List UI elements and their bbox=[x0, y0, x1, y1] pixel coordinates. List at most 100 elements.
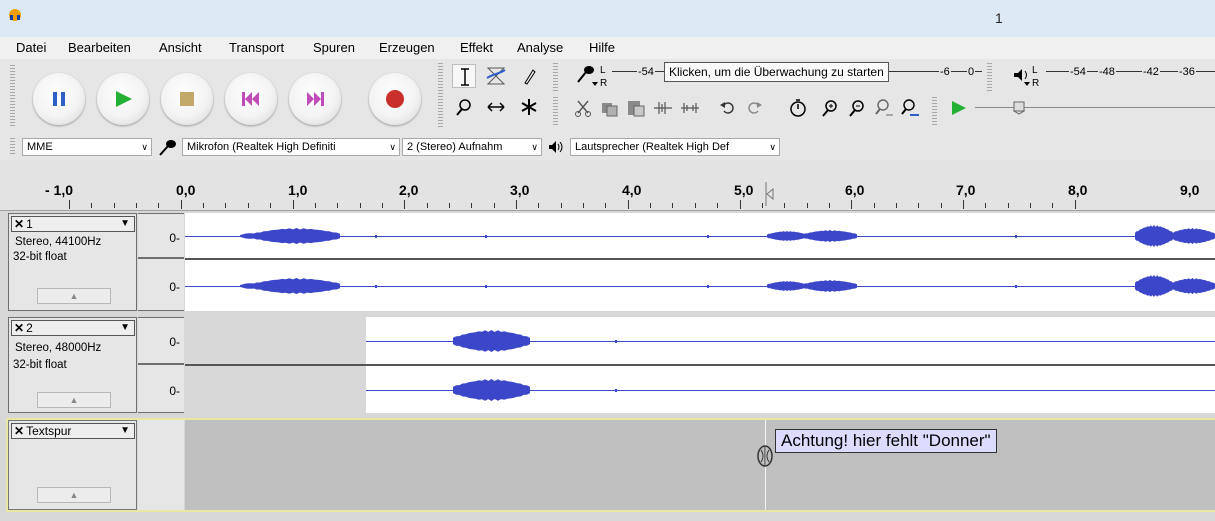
zoom-tool-button[interactable] bbox=[452, 95, 476, 119]
play-button[interactable] bbox=[97, 73, 149, 125]
record-meter-button[interactable]: LR bbox=[574, 62, 612, 90]
menu-ansicht[interactable]: Ansicht bbox=[159, 40, 202, 55]
record-meter-scale-0: 0 bbox=[967, 66, 976, 78]
play-at-speed-button[interactable] bbox=[946, 96, 970, 120]
ruler-tick bbox=[181, 200, 182, 209]
waveform-spike bbox=[615, 389, 617, 392]
multi-tool-button[interactable] bbox=[517, 95, 541, 119]
menu-spuren[interactable]: Spuren bbox=[313, 40, 355, 55]
track-1-name-menu[interactable]: ✕ 1 ▼ bbox=[11, 216, 135, 232]
zoom-out-button[interactable] bbox=[845, 96, 869, 120]
toolbar-grip[interactable] bbox=[987, 63, 992, 91]
asterisk-icon bbox=[521, 99, 537, 115]
copy-button[interactable] bbox=[598, 96, 622, 120]
menu-effekt[interactable]: Effekt bbox=[460, 40, 493, 55]
ruler-tick bbox=[740, 200, 741, 209]
toolbar-grip[interactable] bbox=[438, 63, 443, 129]
close-icon[interactable]: ✕ bbox=[12, 321, 26, 335]
fit-project-button[interactable] bbox=[898, 96, 922, 120]
menu-hilfe[interactable]: Hilfe bbox=[589, 40, 615, 55]
waveform-spike bbox=[485, 235, 487, 238]
cut-button[interactable] bbox=[572, 96, 596, 120]
recording-channels-value: 2 (Stereo) Aufnahm bbox=[407, 141, 503, 153]
label-track-collapse-button[interactable]: ▲ bbox=[37, 487, 111, 503]
waveform-burst bbox=[253, 228, 340, 244]
menu-erzeugen[interactable]: Erzeugen bbox=[379, 40, 435, 55]
envelope-icon bbox=[486, 67, 506, 85]
menu-bearbeiten[interactable]: Bearbeiten bbox=[68, 40, 131, 55]
stop-button[interactable] bbox=[161, 73, 213, 125]
redo-button[interactable] bbox=[742, 96, 766, 120]
track-2-rate: Stereo, 48000Hz bbox=[15, 342, 102, 354]
play-speed-slider-thumb[interactable] bbox=[1013, 101, 1025, 115]
timeline-ruler[interactable]: - 1,0 0,0 1,0 2,0 3,0 4,0 5,0 6,0 7,0 8,… bbox=[0, 160, 1215, 211]
draw-tool-button[interactable] bbox=[517, 64, 541, 88]
undo-button[interactable] bbox=[716, 96, 740, 120]
trim-audio-icon bbox=[654, 102, 672, 114]
recording-device-value: Mikrofon (Realtek High Definiti bbox=[187, 141, 336, 153]
ruler-tick bbox=[650, 203, 651, 208]
timeshift-tool-button[interactable] bbox=[484, 95, 508, 119]
toolbar-grip[interactable] bbox=[553, 63, 558, 91]
envelope-tool-button[interactable] bbox=[484, 64, 508, 88]
track-2-collapse-button[interactable]: ▲ bbox=[37, 392, 111, 408]
ruler-label: 2,0 bbox=[399, 182, 419, 198]
paste-button[interactable] bbox=[624, 96, 648, 120]
audacity-logo-icon bbox=[9, 9, 21, 21]
playback-device-select[interactable]: Lautsprecher (Realtek High Def ∨ bbox=[570, 138, 780, 156]
menu-analyse[interactable]: Analyse bbox=[517, 40, 563, 55]
ruler-label: 4,0 bbox=[622, 182, 642, 198]
playback-meter-button[interactable]: LR bbox=[1010, 62, 1044, 90]
selection-tool-button[interactable] bbox=[452, 64, 476, 88]
waveform-spike bbox=[375, 235, 377, 238]
waveform-spike bbox=[485, 285, 487, 288]
waveform-burst bbox=[1135, 275, 1173, 297]
recording-device-select[interactable]: Mikrofon (Realtek High Definiti ∨ bbox=[182, 138, 400, 156]
menu-transport[interactable]: Transport bbox=[229, 40, 284, 55]
track-1-rate: Stereo, 44100Hz bbox=[15, 236, 102, 248]
label-text[interactable]: Achtung! hier fehlt "Donner" bbox=[775, 429, 997, 453]
record-button[interactable] bbox=[369, 73, 421, 125]
track-2-name-menu[interactable]: ✕ 2 ▼ bbox=[11, 320, 135, 336]
waveform-burst bbox=[803, 230, 857, 242]
copy-icon bbox=[602, 103, 618, 117]
track-2-waveform-right[interactable] bbox=[185, 366, 1215, 413]
skip-to-end-button[interactable] bbox=[289, 73, 341, 125]
silence-button[interactable] bbox=[678, 96, 702, 120]
menu-datei[interactable]: Datei bbox=[16, 40, 46, 55]
toolbar-grip[interactable] bbox=[10, 65, 15, 127]
trim-button[interactable] bbox=[651, 96, 675, 120]
toolbar-grip[interactable] bbox=[553, 97, 558, 127]
close-icon[interactable]: ✕ bbox=[12, 217, 26, 231]
close-icon[interactable]: ✕ bbox=[12, 424, 26, 438]
zoom-in-button[interactable] bbox=[818, 96, 842, 120]
pause-button[interactable] bbox=[33, 73, 85, 125]
track-2-waveform-left[interactable] bbox=[185, 317, 1215, 364]
audio-host-select[interactable]: MME ∨ bbox=[22, 138, 152, 156]
label-anchor-icon[interactable] bbox=[755, 444, 775, 468]
recording-channels-select[interactable]: 2 (Stereo) Aufnahm ∨ bbox=[402, 138, 542, 156]
stop-icon bbox=[180, 92, 194, 106]
sync-lock-button[interactable] bbox=[786, 96, 810, 120]
skip-to-start-button[interactable] bbox=[225, 73, 277, 125]
track-1-waveform-right[interactable] bbox=[185, 260, 1215, 311]
paste-icon bbox=[628, 101, 645, 117]
vruler-label: 0- bbox=[169, 384, 180, 398]
track-1-collapse-button[interactable]: ▲ bbox=[37, 288, 111, 304]
label-track-name-menu[interactable]: ✕ Textspur ▼ bbox=[11, 423, 135, 439]
track-1-waveform-left[interactable] bbox=[185, 213, 1215, 258]
fit-selection-button[interactable] bbox=[872, 96, 896, 120]
ruler-tick bbox=[471, 203, 472, 208]
toolbar-grip[interactable] bbox=[10, 138, 15, 156]
waveform-burst bbox=[1170, 278, 1215, 294]
fit-project-icon bbox=[901, 99, 919, 116]
ruler-tick bbox=[784, 203, 785, 208]
label-track-area[interactable]: Achtung! hier fehlt "Donner" bbox=[185, 420, 1215, 510]
toolbar-grip[interactable] bbox=[932, 97, 937, 127]
waveform-burst bbox=[453, 330, 530, 352]
ruler-tick bbox=[851, 200, 852, 209]
ruler-tick bbox=[337, 203, 338, 208]
title-bar: 1 bbox=[0, 0, 1215, 37]
monitor-hint-tooltip[interactable]: Klicken, um die Überwachung zu starten bbox=[664, 62, 889, 82]
ruler-tick bbox=[91, 203, 92, 208]
